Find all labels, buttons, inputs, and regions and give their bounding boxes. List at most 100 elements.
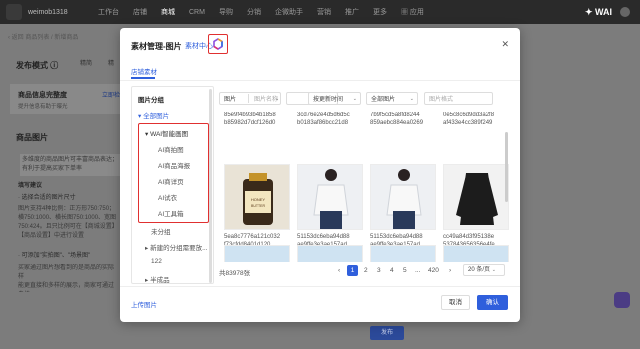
tab-store-material[interactable]: 店铺素材	[131, 66, 157, 76]
confirm-button[interactable]: 确认	[477, 295, 508, 310]
group-scrollbar[interactable]	[209, 89, 212, 283]
total-count: 共83978张	[219, 270, 251, 277]
page-4[interactable]: 4	[390, 267, 394, 274]
image-thumbnail[interactable]	[443, 164, 509, 230]
image-thumbnail[interactable]	[370, 245, 436, 262]
white-shirt-image	[371, 165, 435, 229]
outdoor-product-image	[298, 246, 362, 262]
caption-line-1: cc49a84d3f95138e	[443, 234, 495, 240]
group-ai-tryon[interactable]: AI试衣	[158, 192, 177, 202]
nav-item-apps[interactable]: ▦ 应用	[401, 7, 424, 17]
type-select[interactable]: 图片 图片名称	[219, 92, 281, 105]
group-all[interactable]: ▾ 全部图片	[138, 110, 169, 120]
mode-button-full[interactable]: 精	[108, 58, 114, 67]
group-122[interactable]: 122	[151, 258, 162, 265]
nav-item-distribution[interactable]: 分销	[247, 7, 261, 17]
image-thumbnail[interactable]	[224, 245, 290, 262]
page-2[interactable]: 2	[364, 267, 368, 274]
pics-title: 商品图片	[16, 133, 48, 142]
material-modal: 素材管理-图片 素材中心 ✕ 店铺素材 图片分组 ▾ 全部图片 ▾ WAI智能画…	[120, 28, 520, 322]
shop-name[interactable]: weimob1318	[28, 9, 98, 16]
outdoor-product-image	[444, 246, 508, 262]
page-1[interactable]: 1	[347, 265, 358, 276]
image-card[interactable]: 51153dc6eba94d88ae9ffe3e3ae157ad	[370, 164, 436, 249]
image-card[interactable]: 51153dc6eba94d88ae9ffe3e3ae157ad	[297, 164, 363, 249]
page-3[interactable]: 3	[377, 267, 381, 274]
image-thumbnail[interactable]: HONEY BUTTER	[224, 164, 290, 230]
nav-item-store[interactable]: 店铺	[133, 7, 147, 17]
nav-item-mall[interactable]: 商城	[161, 7, 175, 17]
nav-item-more[interactable]: 更多	[373, 7, 387, 17]
group-ai-detail[interactable]: AI商详页	[158, 176, 184, 186]
group-ai-toolbox[interactable]: AI工具箱	[158, 208, 184, 218]
avatar[interactable]	[620, 7, 630, 17]
image-card[interactable]	[297, 245, 363, 262]
image-thumbnail[interactable]	[297, 245, 363, 262]
scope-select[interactable]: 全部图片 ⌄	[366, 92, 418, 105]
nav-item-dashboard[interactable]: 工作台	[98, 7, 119, 17]
logo-icon[interactable]	[6, 4, 22, 20]
caption-line-1: 51153dc6eba94d88	[297, 234, 350, 240]
info-link[interactable]: 立即检	[102, 90, 120, 99]
caption-line-1: 3cd76e2e4d5d6d5c	[297, 112, 350, 118]
page-last[interactable]: 420	[428, 267, 439, 274]
prev-page-icon[interactable]: ‹	[338, 267, 340, 274]
breadcrumb[interactable]: ‹ 返回 商品列表 / 新增商品	[8, 32, 78, 41]
upload-image-link[interactable]: 上传图片	[131, 299, 157, 309]
caption-line-2: b0183af86bcc21d8	[297, 120, 349, 126]
sort-select-value: 按更新时间	[313, 97, 344, 103]
format-input[interactable]: 图片格式	[424, 92, 493, 105]
tab-underline	[131, 77, 155, 79]
image-caption: 7b9f5cd5a8fd8244 859aebc884ea0269	[370, 112, 438, 127]
image-thumbnail[interactable]	[297, 164, 363, 230]
image-card[interactable]: HONEY BUTTER 5ea8c7776a121c032f73cfdd840…	[224, 164, 290, 249]
group-ai-photo[interactable]: AI商拍图	[158, 144, 184, 154]
mode-button-simple[interactable]: 精简	[80, 58, 92, 67]
publish-button[interactable]: 发布	[370, 326, 404, 340]
group-panel-header: 图片分组	[138, 97, 164, 104]
page-ellipsis[interactable]: ...	[415, 267, 420, 274]
white-shirt-image	[298, 165, 362, 229]
image-thumbnail[interactable]	[443, 245, 509, 262]
wai-highlight-box[interactable]	[208, 34, 228, 54]
nav-item-crm[interactable]: CRM	[189, 9, 205, 16]
group-semi[interactable]: ▸ 半成品	[145, 274, 170, 284]
image-card[interactable]	[443, 245, 509, 262]
nav-item-promotion[interactable]: 推广	[345, 7, 359, 17]
group-ungrouped[interactable]: 未分组	[151, 226, 171, 236]
group-ai-poster[interactable]: AI商品海报	[158, 160, 190, 170]
close-icon[interactable]: ✕	[501, 39, 509, 50]
group-wai[interactable]: ▾ WAI智能画图	[145, 128, 188, 138]
nav-item-marketing[interactable]: 营销	[317, 7, 331, 17]
page-5[interactable]: 5	[403, 267, 407, 274]
chevron-down-icon: ⌄	[409, 95, 414, 102]
outdoor-product-image	[225, 246, 289, 262]
page-size-select[interactable]: 20 条/页 ⌄	[463, 264, 505, 276]
suggest-1: · 选择合适的图片尺寸	[18, 195, 76, 201]
group-panel: 图片分组 ▾ 全部图片 ▾ WAI智能画图 AI商拍图 AI商品海报 AI商详页…	[131, 86, 214, 284]
floating-assistant-icon[interactable]	[614, 292, 630, 308]
image-caption: 3cd76e2e4d5d6d5c b0183af86bcc21d8	[297, 112, 365, 127]
image-card[interactable]: cc49a84d3f95138e537843656356e4fe	[443, 164, 509, 249]
caption-line-1: 85e9f4b93b4b1858	[224, 112, 276, 118]
nav-item-guide[interactable]: 导购	[219, 7, 233, 17]
nav-item-wecom[interactable]: 企微助手	[275, 7, 303, 17]
wai-logo-icon	[213, 38, 223, 50]
image-card[interactable]	[224, 245, 290, 262]
format-input-placeholder: 图片格式	[429, 97, 454, 103]
image-thumbnail[interactable]	[370, 164, 436, 230]
group-wai-label: WAI智能画图	[150, 131, 189, 138]
info-title: 商品信息完整度	[18, 92, 67, 99]
grid-scrollbar[interactable]	[505, 132, 508, 202]
sort-select[interactable]: 按更新时间 ⌄	[308, 92, 361, 105]
group-new-label: 新建的分组需要放...	[150, 245, 208, 252]
group-new[interactable]: ▸ 新建的分组需要放...	[145, 242, 208, 252]
caption-line-2: af433e4cc389f249	[443, 120, 493, 126]
image-card[interactable]	[370, 245, 436, 262]
wai-button[interactable]: ✦ WAI	[585, 7, 612, 18]
caption-line-1: 7b9f5cd5a8fd8244	[370, 112, 420, 118]
outdoor-product-image	[371, 246, 435, 262]
cancel-button[interactable]: 取消	[441, 295, 470, 310]
suggest-title: 填写建议	[18, 183, 43, 189]
next-page-icon[interactable]: ›	[449, 267, 451, 274]
